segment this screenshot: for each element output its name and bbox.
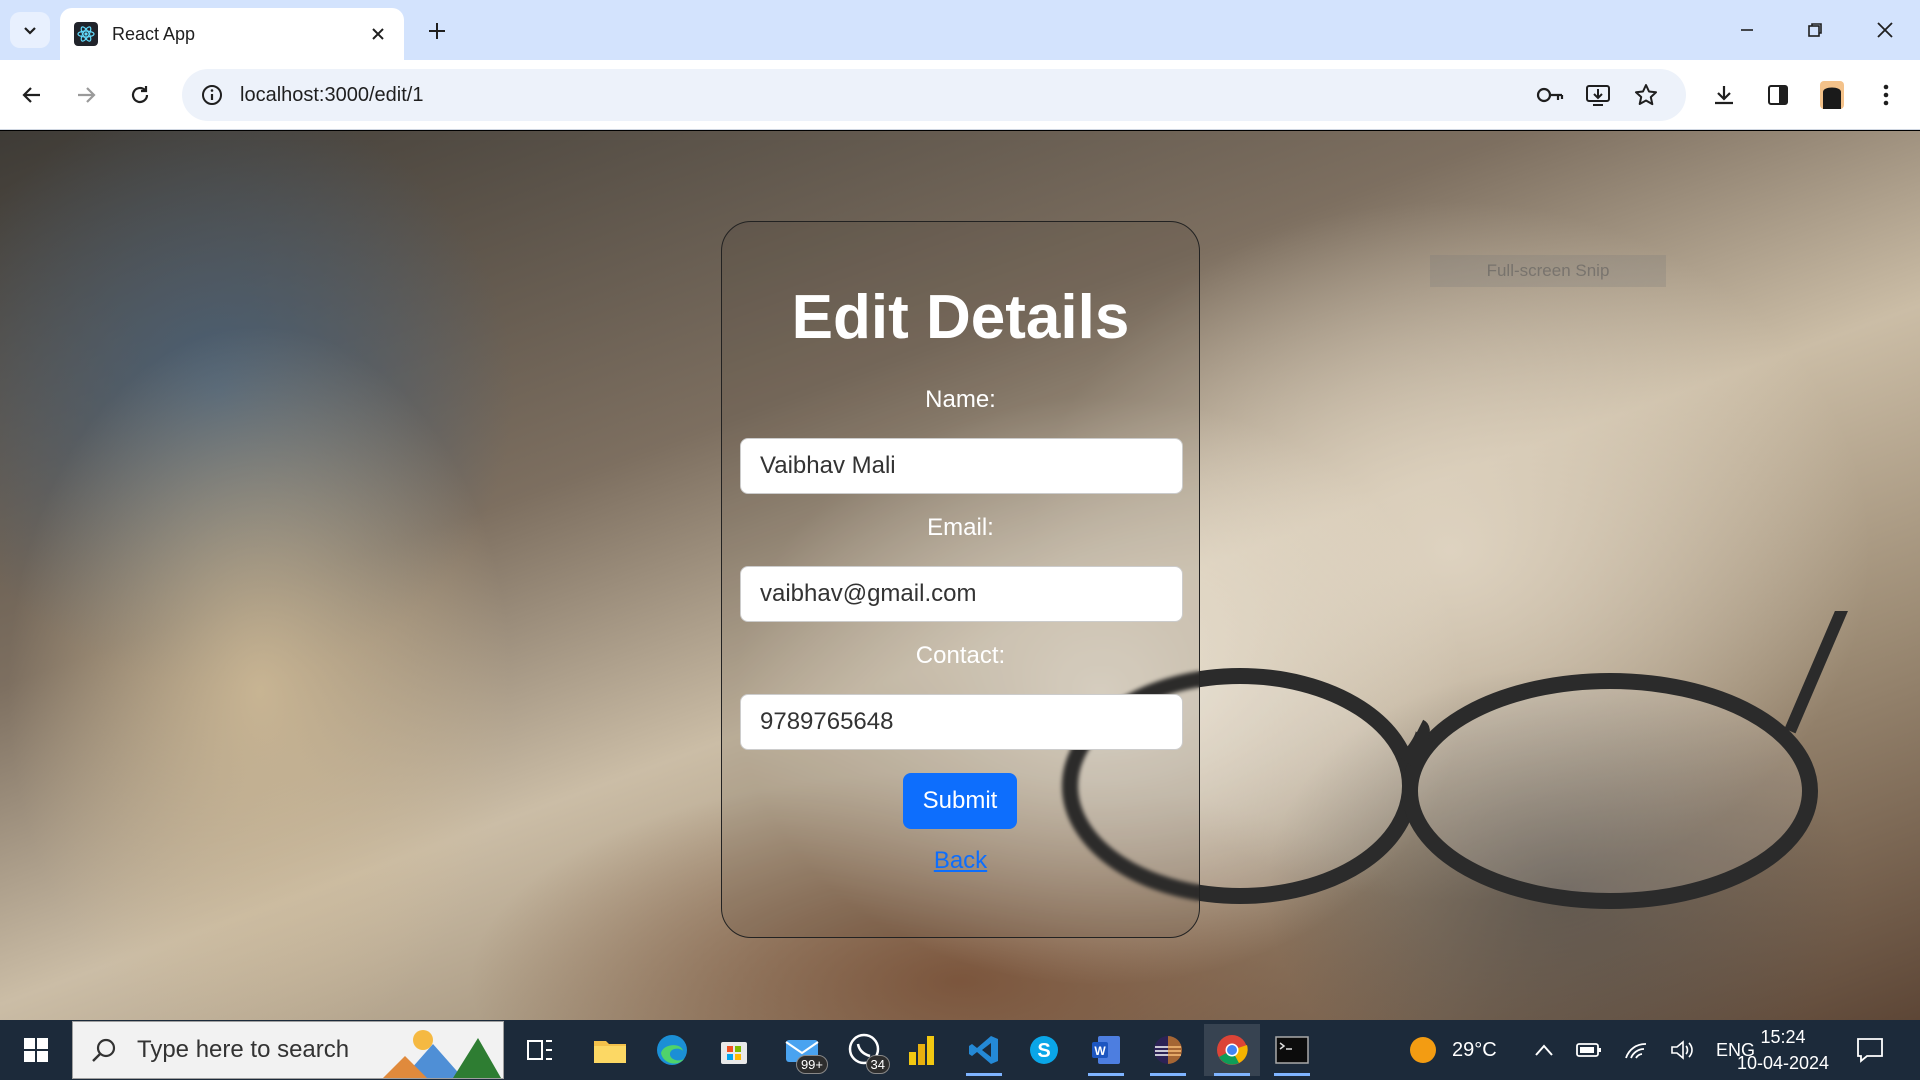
- eclipse-icon: [1154, 1036, 1182, 1064]
- svg-text:W: W: [1094, 1044, 1106, 1058]
- browser-menu-button[interactable]: [1866, 75, 1906, 115]
- word-icon: W: [1092, 1036, 1120, 1064]
- skype-app[interactable]: S: [1016, 1024, 1072, 1076]
- react-favicon-icon: [74, 22, 98, 46]
- minimize-button[interactable]: [1722, 10, 1772, 50]
- profile-avatar[interactable]: [1812, 75, 1852, 115]
- notification-icon: [1857, 1038, 1883, 1063]
- taskbar-search[interactable]: Type here to search: [72, 1021, 504, 1079]
- edit-details-card: Edit Details Name: Email: Contact: Submi…: [721, 221, 1200, 938]
- download-icon: [1715, 86, 1733, 105]
- store-app[interactable]: [706, 1024, 762, 1076]
- contact-label: Contact:: [915, 642, 1006, 669]
- weather-temperature: 29°C: [1452, 1038, 1497, 1061]
- site-info-icon[interactable]: [196, 79, 228, 111]
- arrow-right-icon: [78, 87, 96, 103]
- power-bi-icon: [909, 1036, 934, 1065]
- windows-logo-icon: [24, 1038, 48, 1062]
- powerbi-app[interactable]: [894, 1024, 950, 1076]
- start-button[interactable]: [8, 1026, 64, 1074]
- avatar-icon: [1820, 81, 1844, 109]
- battery-icon[interactable]: [1576, 1042, 1602, 1058]
- password-key-icon[interactable]: [1530, 75, 1570, 115]
- side-panel-button[interactable]: [1758, 75, 1798, 115]
- downloads-button[interactable]: [1704, 75, 1744, 115]
- terminal-app[interactable]: [1264, 1024, 1320, 1076]
- install-app-icon[interactable]: [1578, 75, 1618, 115]
- forward-nav-button[interactable]: [66, 75, 106, 115]
- name-field[interactable]: [740, 438, 1183, 494]
- url-text[interactable]: localhost:3000/edit/1: [240, 84, 423, 107]
- search-icon: [92, 1038, 116, 1062]
- edge-app[interactable]: [644, 1024, 700, 1076]
- back-nav-button[interactable]: [12, 75, 52, 115]
- chevron-up-icon[interactable]: [1534, 1043, 1554, 1057]
- chrome-app[interactable]: [1204, 1024, 1260, 1076]
- task-view-button[interactable]: [512, 1024, 568, 1076]
- windows-taskbar: Type here to search 99+ 34 S W 29°C ENG …: [0, 1020, 1920, 1080]
- search-highlight-icon: [383, 1030, 501, 1078]
- email-label: Email:: [927, 514, 994, 541]
- whatsapp-app[interactable]: 34: [836, 1024, 892, 1076]
- tab-title: React App: [112, 23, 196, 44]
- chevron-down-icon: [24, 27, 36, 35]
- kebab-menu-icon: [1883, 84, 1889, 106]
- mail-badge: 99+: [795, 1055, 828, 1074]
- arrow-left-icon: [22, 87, 40, 103]
- sun-icon: [1410, 1037, 1436, 1063]
- file-explorer-app[interactable]: [582, 1024, 638, 1076]
- skype-icon: S: [1030, 1036, 1058, 1064]
- tab-search-button[interactable]: [10, 12, 50, 48]
- minimize-icon: [1741, 29, 1753, 31]
- terminal-icon: [1275, 1036, 1309, 1064]
- name-label: Name:: [925, 386, 996, 413]
- speaker-icon[interactable]: [1670, 1040, 1694, 1060]
- vscode-icon: [969, 1036, 998, 1064]
- close-icon: [1877, 22, 1893, 38]
- side-panel-icon: [1768, 85, 1788, 105]
- weather-widget[interactable]: 29°C: [1408, 1020, 1497, 1080]
- clock-date: 10-04-2024: [1736, 1053, 1830, 1073]
- new-tab-button[interactable]: [420, 14, 454, 48]
- wifi-icon[interactable]: [1624, 1040, 1648, 1060]
- taskbar-clock[interactable]: 15:24 10-04-2024: [1728, 1024, 1838, 1076]
- vscode-app[interactable]: [956, 1024, 1012, 1076]
- reload-button[interactable]: [120, 75, 160, 115]
- eclipse-app[interactable]: [1140, 1024, 1196, 1076]
- notifications-button[interactable]: [1842, 1024, 1898, 1076]
- browser-tabstrip: React App: [0, 0, 1920, 60]
- edge-icon: [657, 1035, 687, 1065]
- system-tray: ENG: [1534, 1020, 1755, 1080]
- task-view-icon: [527, 1040, 552, 1060]
- contact-field[interactable]: [740, 694, 1183, 750]
- word-app[interactable]: W: [1078, 1024, 1134, 1076]
- restore-icon: [1808, 23, 1822, 37]
- restore-button[interactable]: [1790, 10, 1840, 50]
- close-tab-icon[interactable]: [366, 22, 390, 46]
- store-icon: [721, 1042, 747, 1064]
- close-window-button[interactable]: [1860, 10, 1910, 50]
- search-placeholder: Type here to search: [137, 1036, 350, 1063]
- browser-tab[interactable]: React App: [60, 8, 404, 60]
- page-viewport: Full-screen Snip Edit Details Name: Emai…: [0, 131, 1920, 1020]
- whatsapp-badge: 34: [865, 1055, 890, 1074]
- folder-icon: [594, 1041, 626, 1063]
- email-field[interactable]: [740, 566, 1183, 622]
- snip-hint-overlay: Full-screen Snip: [1430, 255, 1666, 287]
- browser-toolbar: localhost:3000/edit/1: [0, 60, 1920, 130]
- clock-time: 15:24: [1760, 1027, 1806, 1047]
- plus-icon: [429, 23, 445, 39]
- page-title: Edit Details: [791, 283, 1130, 352]
- submit-button[interactable]: Submit: [903, 773, 1017, 829]
- bookmark-star-icon[interactable]: [1626, 75, 1666, 115]
- svg-text:S: S: [1037, 1040, 1050, 1062]
- reload-icon: [131, 86, 149, 104]
- chrome-icon: [1217, 1035, 1248, 1065]
- address-bar[interactable]: localhost:3000/edit/1: [182, 69, 1686, 121]
- mail-app[interactable]: 99+: [774, 1024, 830, 1076]
- back-link[interactable]: Back: [722, 847, 1199, 875]
